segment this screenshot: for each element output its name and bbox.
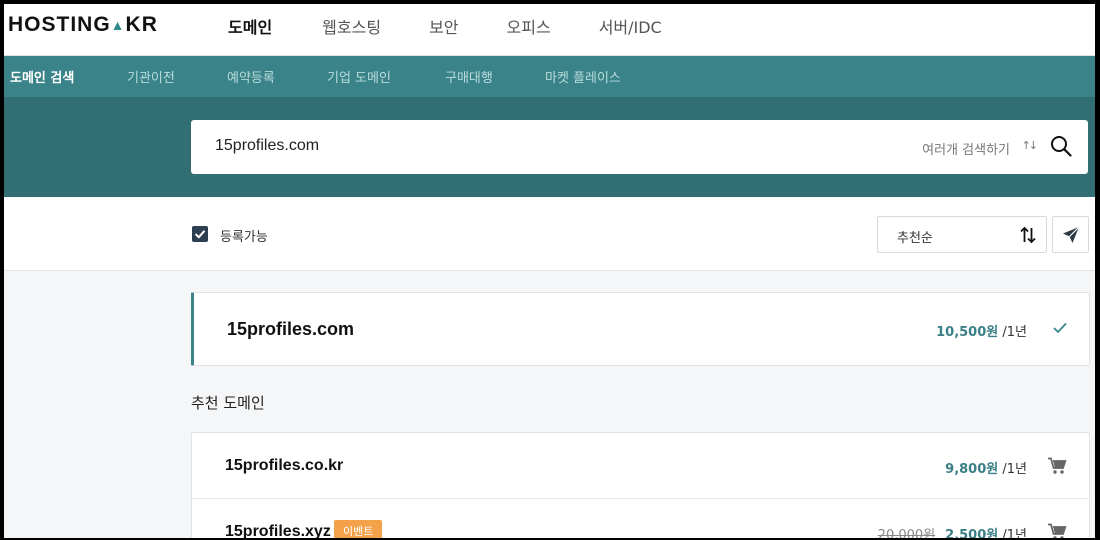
cart-icon[interactable] — [1047, 457, 1067, 475]
original-price: 20,000원 — [877, 528, 936, 538]
price-period: /1년 — [998, 528, 1027, 538]
subnav-enterprise-domain[interactable]: 기업 도메인 — [327, 67, 391, 86]
domain-price: 9,800원 /1년 — [945, 458, 1027, 477]
sub-nav: 도메인 검색 기관이전 예약등록 기업 도메인 구매대행 마켓 플레이스 — [4, 56, 1095, 97]
top-nav: HOSTING▲KR 도메인 웹호스팅 보안 오피스 서버/IDC — [4, 4, 1095, 56]
sort-select-value: 추천순 — [897, 231, 933, 246]
search-input[interactable]: 15profiles.com — [215, 137, 319, 155]
subnav-marketplace[interactable]: 마켓 플레이스 — [545, 67, 621, 86]
send-icon — [1063, 226, 1080, 243]
check-icon[interactable] — [1053, 322, 1067, 334]
price-amount: 2,500원 — [945, 528, 999, 538]
primary-price: 10,500원 /1년 — [936, 321, 1027, 340]
main-menu: 도메인 웹호스팅 보안 오피스 서버/IDC — [228, 14, 710, 38]
logo-text: HOSTING — [8, 13, 111, 36]
domain-name: 15profiles.co.kr — [225, 457, 344, 474]
subnav-reservation[interactable]: 예약등록 — [227, 67, 275, 86]
price-period: /1년 — [998, 462, 1027, 477]
price-amount: 10,500원 — [936, 325, 999, 340]
menu-security[interactable]: 보안 — [429, 14, 458, 38]
subnav-transfer[interactable]: 기관이전 — [127, 67, 175, 86]
page-frame: HOSTING▲KR 도메인 웹호스팅 보안 오피스 서버/IDC 도메인 검색… — [4, 4, 1095, 538]
logo-suffix: KR — [125, 13, 158, 36]
recommend-title: 추천 도메인 — [191, 394, 265, 412]
sort-swap-icon — [1020, 226, 1036, 244]
domain-name: 15profiles.xyz — [225, 523, 331, 538]
domain-price: 20,000원 2,500원 /1년 — [878, 524, 1027, 538]
recommended-list: 15profiles.co.kr 9,800원 /1년 15profiles.x… — [191, 432, 1090, 538]
price-period: /1년 — [998, 325, 1027, 340]
available-checkbox[interactable] — [192, 226, 208, 242]
logo[interactable]: HOSTING▲KR — [8, 13, 158, 37]
subnav-purchase-agent[interactable]: 구매대행 — [445, 67, 493, 86]
logo-mark: ▲ — [110, 17, 126, 33]
list-item[interactable]: 15profiles.co.kr 9,800원 /1년 — [192, 433, 1089, 499]
menu-domain[interactable]: 도메인 — [228, 14, 272, 38]
checkmark-icon — [194, 230, 206, 239]
filter-row: 등록가능 추천순 — [4, 197, 1095, 271]
menu-server-idc[interactable]: 서버/IDC — [599, 14, 662, 38]
event-badge: 이벤트 — [334, 520, 383, 538]
search-band: 15profiles.com 여러개 검색하기 ↑↓ — [4, 97, 1095, 197]
menu-office[interactable]: 오피스 — [507, 14, 551, 38]
primary-result-card[interactable]: 15profiles.com 10,500원 /1년 — [191, 292, 1090, 366]
cart-icon[interactable] — [1047, 523, 1067, 538]
available-label[interactable]: 등록가능 — [220, 226, 268, 245]
multi-search-link[interactable]: 여러개 검색하기 — [922, 139, 1010, 158]
menu-webhosting[interactable]: 웹호스팅 — [322, 14, 381, 38]
search-icon[interactable] — [1050, 135, 1072, 157]
list-item[interactable]: 15profiles.xyz 이벤트 20,000원 2,500원 /1년 — [192, 499, 1089, 538]
multi-search-icon[interactable]: ↑↓ — [1022, 139, 1039, 152]
subnav-domain-search[interactable]: 도메인 검색 — [10, 67, 74, 86]
share-button[interactable] — [1052, 216, 1089, 253]
primary-domain-name: 15profiles.com — [227, 319, 355, 339]
sort-select[interactable]: 추천순 — [877, 216, 1047, 253]
search-box[interactable]: 15profiles.com 여러개 검색하기 ↑↓ — [191, 120, 1088, 174]
price-amount: 9,800원 — [945, 462, 999, 477]
